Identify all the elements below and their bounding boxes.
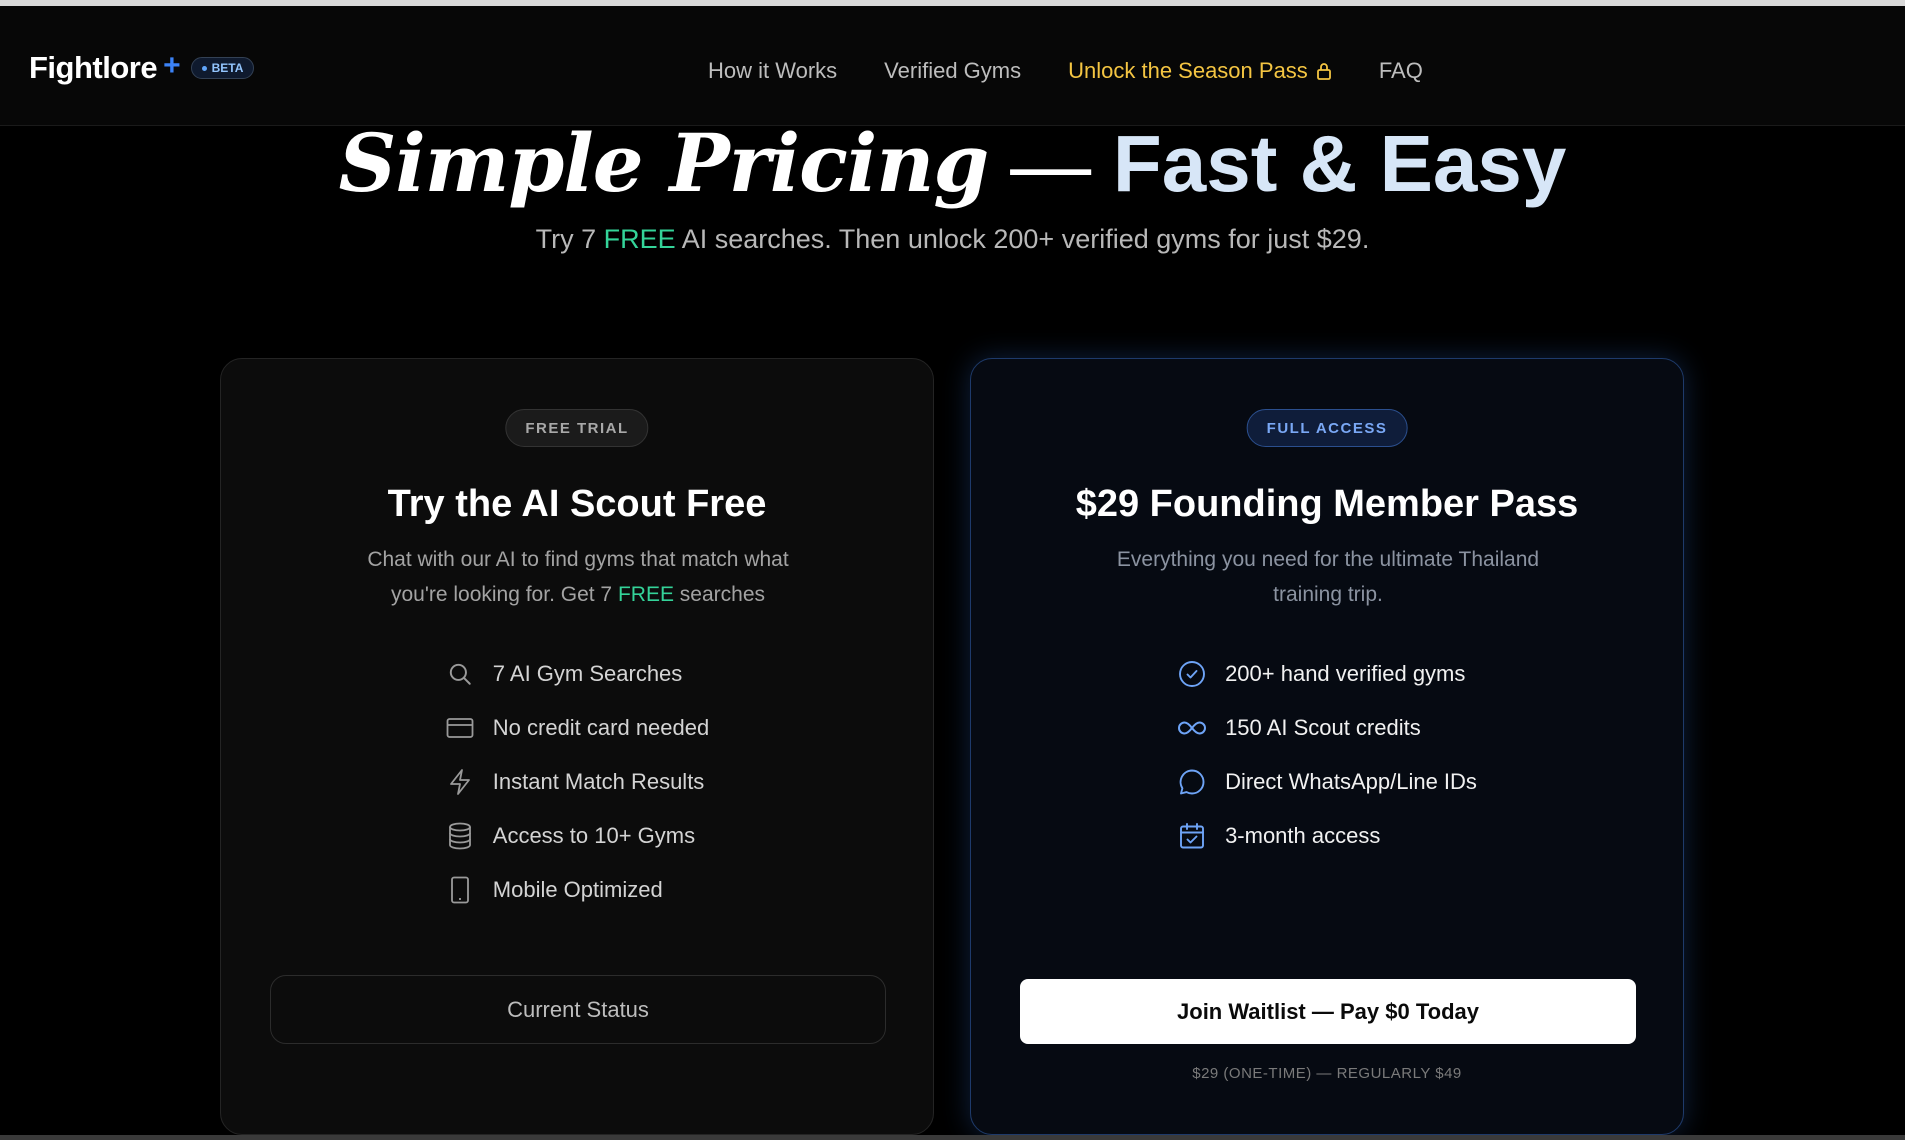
window-bottom-edge: [0, 1135, 1905, 1140]
free-trial-badge: FREE TRIAL: [505, 409, 649, 447]
lock-icon: [1316, 63, 1331, 80]
list-item: 200+ hand verified gyms: [1177, 657, 1477, 691]
list-item: 3-month access: [1177, 819, 1477, 853]
credit-card-icon: [445, 713, 475, 743]
feature-label: Mobile Optimized: [492, 877, 663, 902]
subtitle-before: Try 7: [535, 224, 604, 254]
free-desc-after: searches: [673, 583, 766, 606]
calendar-check-icon: [1177, 821, 1207, 851]
free-feature-list: 7 AI Gym Searches No credit card needed …: [221, 657, 933, 907]
full-access-badge: FULL ACCESS: [1246, 409, 1408, 447]
logo-text: Fightlore: [29, 50, 158, 85]
free-card-title: Try the AI Scout Free: [387, 483, 767, 525]
free-desc-free: FREE: [617, 583, 674, 606]
nav-link-faq[interactable]: FAQ: [1379, 58, 1423, 84]
subtitle-after: AI searches. Then unlock 200+ verified g…: [675, 224, 1370, 254]
lightning-icon: [445, 767, 475, 797]
list-item: 150 AI Scout credits: [1177, 711, 1477, 745]
list-item: 7 AI Gym Searches: [445, 657, 709, 691]
subtitle-free: FREE: [603, 224, 676, 254]
feature-label: 150 AI Scout credits: [1225, 715, 1421, 740]
free-card-description: Chat with our AI to find gyms that match…: [341, 542, 815, 612]
page-subtitle: Try 7 FREE AI searches. Then unlock 200+…: [0, 224, 1905, 255]
logo-plus: +: [163, 49, 181, 82]
free-trial-card: FREE TRIAL Try the AI Scout Free Chat wi…: [220, 358, 934, 1135]
database-icon: [445, 821, 475, 851]
price-note: $29 (ONE-TIME) — REGULARLY $49: [1192, 1065, 1462, 1082]
chat-bubble-icon: [1177, 767, 1207, 797]
feature-label: No credit card needed: [492, 715, 710, 740]
current-status-button[interactable]: Current Status: [270, 975, 886, 1044]
feature-label: 7 AI Gym Searches: [492, 661, 683, 686]
check-circle-icon: [1177, 659, 1207, 689]
list-item: Mobile Optimized: [445, 873, 709, 907]
mobile-icon: [445, 875, 475, 905]
nav-link-season-pass[interactable]: Unlock the Season Pass: [1068, 58, 1332, 84]
list-item: Direct WhatsApp/Line IDs: [1177, 765, 1477, 799]
infinity-icon: [1177, 713, 1207, 743]
nav-link-season-pass-label: Unlock the Season Pass: [1068, 58, 1308, 83]
full-access-card: FULL ACCESS $29 Founding Member Pass Eve…: [970, 358, 1684, 1135]
title-bold-part: Fast & Easy: [1112, 119, 1567, 208]
title-dash: —: [1010, 121, 1091, 209]
join-waitlist-button[interactable]: Join Waitlist — Pay $0 Today: [1020, 979, 1636, 1044]
list-item: Access to 10+ Gyms: [445, 819, 709, 853]
feature-label: Access to 10+ Gyms: [492, 823, 696, 848]
feature-label: 200+ hand verified gyms: [1225, 661, 1466, 686]
full-card-title: $29 Founding Member Pass: [1075, 483, 1579, 525]
page-title: Simple Pricing — Fast & Easy: [0, 118, 1905, 210]
feature-label: 3-month access: [1225, 823, 1381, 848]
top-navigation: Fightlore + BETA How it Works Verified G…: [0, 6, 1905, 126]
full-card-description: Everything you need for the ultimate Tha…: [1116, 548, 1540, 606]
nav-link-how-it-works[interactable]: How it Works: [708, 58, 837, 84]
nav-link-verified-gyms[interactable]: Verified Gyms: [884, 58, 1021, 84]
search-icon: [445, 659, 475, 689]
beta-badge: BETA: [190, 57, 255, 79]
feature-label: Direct WhatsApp/Line IDs: [1225, 769, 1477, 794]
feature-label: Instant Match Results: [492, 769, 705, 794]
logo[interactable]: Fightlore + BETA: [29, 49, 255, 86]
full-feature-list: 200+ hand verified gyms 150 AI Scout cre…: [971, 657, 1683, 853]
beta-dot-icon: [201, 65, 207, 71]
beta-label: BETA: [211, 61, 244, 75]
list-item: No credit card needed: [445, 711, 709, 745]
nav-links: How it Works Verified Gyms Unlock the Se…: [708, 58, 1423, 84]
title-serif-part: Simple Pricing: [338, 116, 990, 210]
list-item: Instant Match Results: [445, 765, 709, 799]
